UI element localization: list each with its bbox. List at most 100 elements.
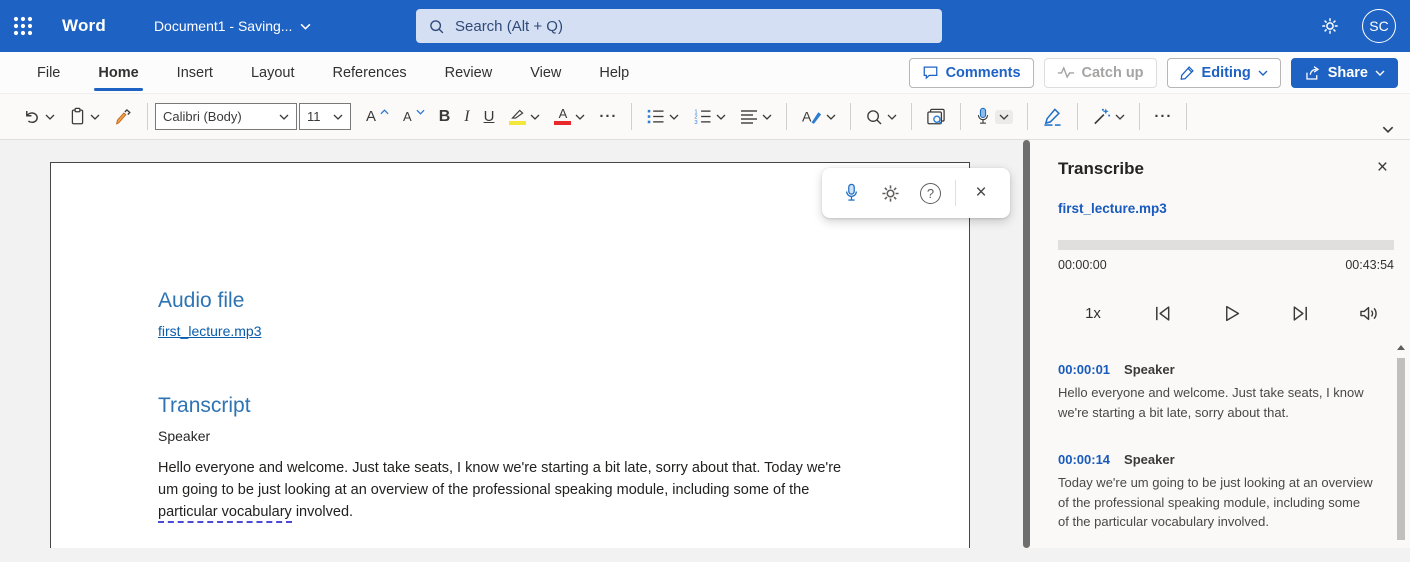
- underline-button[interactable]: U: [477, 101, 502, 133]
- grammar-suggestion-phrase[interactable]: particular vocabulary: [158, 504, 292, 523]
- tab-insert[interactable]: Insert: [158, 52, 232, 94]
- current-time: 00:00:00: [1058, 258, 1107, 272]
- scrollbar-thumb[interactable]: [1023, 140, 1030, 548]
- ribbon-divider: [1139, 103, 1140, 130]
- doc-speaker-label: Speaker: [158, 428, 210, 444]
- tab-references[interactable]: References: [313, 52, 425, 94]
- alignment-button[interactable]: [733, 101, 779, 133]
- playback-speed-button[interactable]: 1x: [1076, 298, 1110, 328]
- transcript-entries: 00:00:01 Speaker Hello everyone and welc…: [1058, 362, 1374, 562]
- document-page[interactable]: Audio file first_lecture.mp3 Transcript …: [50, 162, 970, 548]
- share-button[interactable]: Share: [1291, 58, 1398, 88]
- transcribe-panel: Transcribe × first_lecture.mp3 00:00:00 …: [1030, 140, 1410, 548]
- entry-speaker: Speaker: [1124, 362, 1175, 377]
- magic-wand-icon: [1092, 107, 1111, 126]
- skip-forward-button[interactable]: [1283, 298, 1317, 328]
- tab-review[interactable]: Review: [426, 52, 512, 94]
- chevron-down-icon[interactable]: [45, 114, 55, 120]
- entry-text: Hello everyone and welcome. Just take se…: [1058, 383, 1374, 422]
- chevron-down-icon[interactable]: [90, 114, 100, 120]
- chevron-down-icon[interactable]: [575, 114, 585, 120]
- play-button[interactable]: [1214, 298, 1248, 328]
- app-launcher-icon[interactable]: [0, 0, 46, 52]
- close-icon[interactable]: ×: [1377, 157, 1388, 179]
- reading-view-button[interactable]: [919, 101, 953, 133]
- tab-layout[interactable]: Layout: [232, 52, 314, 94]
- catch-up-pulse-icon: [1057, 66, 1075, 79]
- microphone-icon[interactable]: [836, 178, 866, 208]
- ribbon-divider: [1186, 103, 1187, 130]
- doc-heading-transcript: Transcript: [158, 394, 251, 418]
- find-button[interactable]: [858, 101, 904, 133]
- comments-button[interactable]: Comments: [909, 58, 1034, 88]
- settings-gear-icon[interactable]: [876, 178, 906, 208]
- ribbon-toolbar: Calibri (Body) 11 A A B I U A ··· 123: [0, 94, 1410, 140]
- dictate-button[interactable]: [968, 101, 1020, 133]
- time-row: 00:00:00 00:43:54: [1058, 258, 1394, 272]
- skip-back-button[interactable]: [1145, 298, 1179, 328]
- account-avatar[interactable]: SC: [1362, 9, 1396, 43]
- bold-button[interactable]: B: [432, 101, 458, 133]
- caret-up-icon: [380, 109, 389, 115]
- scroll-up-arrow-icon[interactable]: [1397, 345, 1405, 350]
- transcript-entry[interactable]: 00:00:01 Speaker Hello everyone and welc…: [1058, 362, 1374, 422]
- playback-progress-bar[interactable]: [1058, 240, 1394, 250]
- settings-gear-icon[interactable]: [1320, 16, 1340, 36]
- font-size-select[interactable]: 11: [299, 103, 351, 130]
- shrink-font-button[interactable]: A: [396, 101, 432, 133]
- search-input[interactable]: Search (Alt + Q): [416, 9, 942, 43]
- chevron-down-icon[interactable]: [826, 114, 836, 120]
- chevron-down-icon[interactable]: [1115, 114, 1125, 120]
- ribbon-divider: [1077, 103, 1078, 130]
- bullets-button[interactable]: [639, 101, 686, 133]
- numbered-list-icon: 123: [693, 108, 712, 125]
- transcript-entry[interactable]: 00:00:14 Speaker Today we're um going to…: [1058, 452, 1374, 532]
- chevron-down-icon[interactable]: [530, 114, 540, 120]
- panel-scrollbar[interactable]: [1396, 345, 1406, 548]
- magnifier-icon: [865, 108, 883, 126]
- audio-file-link[interactable]: first_lecture.mp3: [1058, 201, 1167, 216]
- svg-text:A: A: [802, 110, 812, 125]
- format-painter-button[interactable]: [107, 101, 140, 133]
- editing-mode-button[interactable]: Editing: [1167, 58, 1281, 88]
- styles-icon: A: [801, 108, 822, 125]
- tab-home[interactable]: Home: [79, 52, 157, 94]
- font-name-select[interactable]: Calibri (Body): [155, 103, 297, 130]
- entry-timestamp[interactable]: 00:00:01: [1058, 362, 1110, 377]
- catch-up-button[interactable]: Catch up: [1044, 58, 1157, 88]
- italic-button[interactable]: I: [457, 101, 476, 133]
- volume-icon[interactable]: [1352, 298, 1386, 328]
- paste-button[interactable]: [62, 101, 107, 133]
- chevron-down-icon[interactable]: [716, 114, 726, 120]
- playback-controls: 1x: [1076, 298, 1386, 328]
- ribbon-tabs: File Home Insert Layout References Revie…: [18, 52, 648, 94]
- more-commands-button[interactable]: ···: [1147, 101, 1179, 133]
- styles-button[interactable]: A: [794, 101, 843, 133]
- magic-wand-button[interactable]: [1085, 101, 1132, 133]
- close-icon[interactable]: ×: [966, 178, 996, 208]
- grow-font-button[interactable]: A: [359, 101, 396, 133]
- help-icon[interactable]: ?: [916, 178, 946, 208]
- ribbon-divider: [631, 103, 632, 130]
- scrollbar-thumb[interactable]: [1397, 358, 1405, 540]
- document-scrollbar[interactable]: [1022, 140, 1030, 548]
- chevron-down-icon[interactable]: [762, 114, 772, 120]
- more-font-options-button[interactable]: ···: [592, 101, 624, 133]
- toolbar-divider: [955, 180, 956, 206]
- text-highlight-button[interactable]: [501, 101, 547, 133]
- chevron-down-icon[interactable]: [995, 110, 1013, 124]
- tab-file[interactable]: File: [18, 52, 79, 94]
- font-color-button[interactable]: A: [547, 101, 592, 133]
- doc-audio-link[interactable]: first_lecture.mp3: [158, 323, 261, 339]
- svg-text:3: 3: [695, 120, 698, 125]
- undo-button[interactable]: [16, 101, 62, 133]
- entry-timestamp[interactable]: 00:00:14: [1058, 452, 1110, 467]
- document-title[interactable]: Document1 - Saving...: [154, 18, 312, 34]
- numbering-button[interactable]: 123: [686, 101, 733, 133]
- editor-button[interactable]: [1035, 101, 1070, 133]
- tab-help[interactable]: Help: [580, 52, 648, 94]
- chevron-down-icon[interactable]: [887, 114, 897, 120]
- tab-view[interactable]: View: [511, 52, 580, 94]
- collapse-ribbon-chevron[interactable]: [1382, 126, 1394, 133]
- chevron-down-icon[interactable]: [669, 114, 679, 120]
